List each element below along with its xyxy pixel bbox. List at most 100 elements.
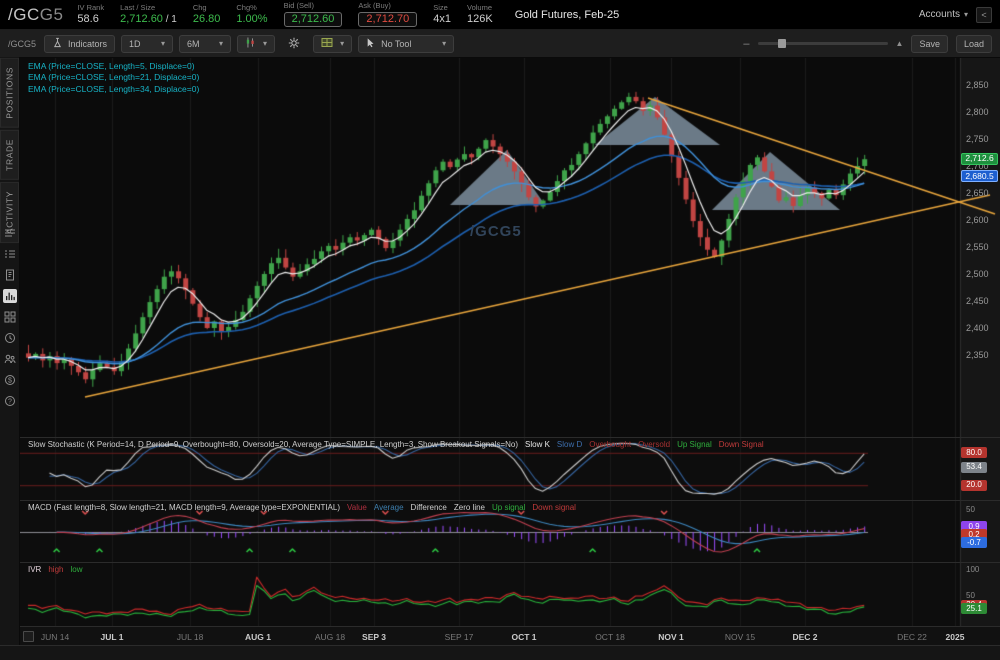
legend-item: Zero line xyxy=(454,503,485,512)
symbol-watermark: /GCG5 xyxy=(470,223,522,240)
time-axis-label: JUL 1 xyxy=(101,632,124,642)
ivr-axis-tick: 50 xyxy=(966,591,975,600)
quotes-icon[interactable] xyxy=(3,226,17,240)
bid-box[interactable]: 2,712.60 xyxy=(284,12,343,27)
legend-item: high xyxy=(48,565,63,574)
chart-icon[interactable] xyxy=(3,289,17,303)
quote-field: Volume126K xyxy=(467,4,493,25)
field-label: Chg% xyxy=(236,4,256,12)
legend-item: Value xyxy=(347,503,367,512)
drawing-tool-dropdown[interactable]: No Tool ▾ xyxy=(358,35,454,53)
field-label: Size xyxy=(433,4,448,12)
accounts-label: Accounts xyxy=(919,9,960,20)
settings-button[interactable] xyxy=(281,35,307,53)
left-sidebar: POSITIONS TRADE ACTIVITY $? xyxy=(0,58,20,645)
community-icon[interactable] xyxy=(3,352,17,366)
time-axis-label: DEC 2 xyxy=(792,632,817,642)
field-value: 26.80 xyxy=(193,14,221,25)
legend-item: Up Signal xyxy=(677,440,712,449)
time-axis-label: JUN 14 xyxy=(41,632,69,642)
price-axis-label: 2,350 xyxy=(966,350,989,360)
stochastic-badge: 80.0 xyxy=(961,447,987,458)
ema-legend-row: EMA (Price=CLOSE, Length=21, Displace=0) xyxy=(28,72,199,83)
ema-legend: EMA (Price=CLOSE, Length=5, Displace=0)E… xyxy=(28,61,199,95)
legend-item: Down Signal xyxy=(719,440,764,449)
price-axis-label: 2,500 xyxy=(966,269,989,279)
slider-arrow-icon[interactable]: ▲ xyxy=(896,39,904,48)
quote-fields: IV Rank58.6Last / Size2,712.60 / 1Chg26.… xyxy=(77,2,508,27)
time-axis-label: NOV 15 xyxy=(725,632,755,642)
time-axis-label: JUL 18 xyxy=(177,632,204,642)
ivr-axis-tick: 100 xyxy=(966,565,979,574)
legend-item: Average xyxy=(374,503,404,512)
load-button[interactable]: Load xyxy=(956,35,992,53)
quote-field: Bid (Sell) 2,712.60 xyxy=(284,2,343,27)
legend-item: Up signal xyxy=(492,503,525,512)
macd-label: MACD (Fast length=8, Slow length=21, MAC… xyxy=(28,503,583,512)
calendar-icon[interactable] xyxy=(23,631,34,642)
legend-item: Slow D xyxy=(557,440,582,449)
time-axis-label: SEP 3 xyxy=(362,632,386,642)
ema-legend-row: EMA (Price=CLOSE, Length=5, Displace=0) xyxy=(28,61,199,72)
macd-badge: -0.7 xyxy=(961,537,987,548)
status-bar xyxy=(0,645,1000,660)
watchlist-icon[interactable] xyxy=(3,247,17,261)
price-chart-canvas[interactable] xyxy=(20,58,1000,437)
field-value: 2,712.60 / 1 xyxy=(120,14,177,25)
stochastic-pane: Slow Stochastic (K Period=14, D Period=9… xyxy=(20,438,1000,500)
time-axis-label: AUG 18 xyxy=(315,632,345,642)
stochastic-badge: 53.4 xyxy=(961,462,987,473)
timeframe-dropdown[interactable]: 1D▾ xyxy=(121,35,173,53)
gear-icon xyxy=(288,37,300,51)
field-label: Bid (Sell) xyxy=(284,2,314,10)
svg-text:$: $ xyxy=(8,377,12,384)
slider-thumb[interactable] xyxy=(778,39,786,48)
legend-item: Slow Stochastic (K Period=14, D Period=9… xyxy=(28,440,518,449)
time-axis[interactable]: JUN 14JUL 1JUL 18AUG 1AUG 18SEP 3SEP 17O… xyxy=(20,627,1000,646)
save-button[interactable]: Save xyxy=(911,35,948,53)
field-value: 1.00% xyxy=(236,14,267,25)
dollar-icon[interactable]: $ xyxy=(3,373,17,387)
legend-item: Oversold xyxy=(638,440,670,449)
legend-item: Difference xyxy=(411,503,447,512)
indicators-button[interactable]: Indicators xyxy=(44,35,115,53)
zoom-slider[interactable] xyxy=(758,42,888,45)
ivr-canvas[interactable] xyxy=(20,563,1000,626)
grid-layout-icon xyxy=(321,37,333,50)
ivr-label: IVRhighlow xyxy=(28,565,89,574)
ema-legend-row: EMA (Price=CLOSE, Length=34, Displace=0) xyxy=(28,84,199,95)
clock-icon[interactable] xyxy=(3,331,17,345)
chevron-down-icon: ▾ xyxy=(340,39,344,48)
chevron-down-icon: ▾ xyxy=(442,39,446,48)
sidebar-tab-positions[interactable]: POSITIONS xyxy=(0,58,19,128)
field-value: 126K xyxy=(467,14,493,25)
time-axis-label: OCT 18 xyxy=(595,632,625,642)
price-badge: 2,712.6 xyxy=(961,153,998,165)
legend-item: Slow K xyxy=(525,440,550,449)
sidebar-tab-trade[interactable]: TRADE xyxy=(0,130,19,180)
range-dropdown[interactable]: 6M▾ xyxy=(179,35,231,53)
accounts-dropdown[interactable]: Accounts ▾ xyxy=(919,9,968,20)
time-axis-label: AUG 1 xyxy=(245,632,271,642)
chart-type-dropdown[interactable]: ▾ xyxy=(237,35,275,53)
field-value: 58.6 xyxy=(77,14,98,25)
notes-icon[interactable] xyxy=(3,268,17,282)
top-header: /GCG5 IV Rank58.6Last / Size2,712.60 / 1… xyxy=(0,0,1000,30)
toolbar-symbol: /GCG5 xyxy=(8,39,36,49)
help-icon[interactable]: ? xyxy=(3,394,17,408)
quote-field: Last / Size2,712.60 / 1 xyxy=(120,4,177,25)
legend-item: low xyxy=(70,565,82,574)
stochastic-badge: 20.0 xyxy=(961,480,987,491)
grid-layout-dropdown[interactable]: ▾ xyxy=(313,35,352,53)
cursor-icon xyxy=(366,37,376,50)
quote-field: Chg26.80 xyxy=(193,4,221,25)
macd-axis-tick: 50 xyxy=(966,505,975,514)
svg-text:?: ? xyxy=(8,399,12,406)
grid-icon[interactable] xyxy=(3,310,17,324)
ivr-badge: 25.1 xyxy=(961,603,987,614)
zoom-out-icon[interactable]: – xyxy=(743,38,749,50)
price-axis-label: 2,750 xyxy=(966,134,989,144)
chevron-down-icon: ▾ xyxy=(219,39,223,48)
ask-box[interactable]: 2,712.70 xyxy=(358,12,417,27)
collapse-button[interactable]: < xyxy=(976,7,992,23)
